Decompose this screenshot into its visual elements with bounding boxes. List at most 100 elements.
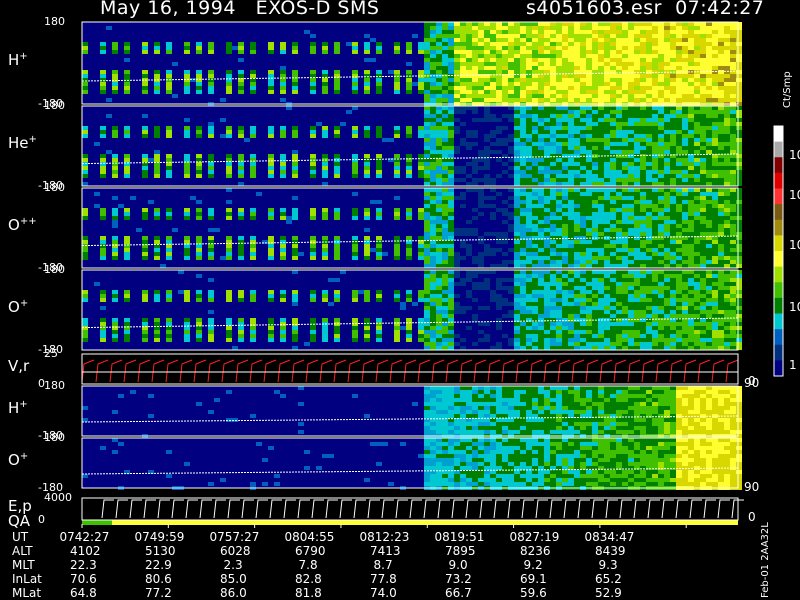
heatmap-cell	[682, 220, 688, 224]
heatmap-cell	[586, 342, 592, 346]
heatmap-cell	[520, 302, 526, 306]
heatmap-cell	[418, 294, 424, 298]
heatmap-cell	[574, 208, 580, 212]
heatmap-cell	[448, 26, 454, 30]
heatmap-cell	[724, 142, 730, 146]
heatmap-cell	[544, 130, 550, 134]
heatmap-cell	[664, 98, 670, 102]
heatmap-cell	[712, 34, 718, 38]
heatmap-cell	[124, 126, 130, 130]
heatmap-cell	[454, 196, 460, 200]
heatmap-cell	[616, 204, 622, 208]
heatmap-cell	[736, 278, 742, 282]
heatmap-cell	[532, 22, 538, 26]
heatmap-cell	[226, 216, 232, 220]
heatmap-cell	[574, 294, 580, 298]
heatmap-cell	[676, 174, 682, 178]
heatmap-cell	[520, 42, 526, 46]
heatmap-cell	[610, 82, 616, 86]
heatmap-cell	[550, 126, 556, 130]
heatmap-cell	[700, 298, 706, 302]
heatmap-cell	[478, 42, 484, 46]
heatmap-cell	[496, 174, 502, 178]
heatmap-cell	[652, 346, 658, 350]
heatmap-cell	[532, 220, 538, 224]
heatmap-cell	[580, 142, 586, 146]
heatmap-cell	[694, 286, 700, 290]
heatmap-cell	[478, 94, 484, 98]
heatmap-cell	[724, 314, 730, 318]
heatmap-cell	[688, 134, 694, 138]
heatmap-cell	[694, 192, 700, 196]
heatmap-cell	[484, 106, 490, 110]
heatmap-cell	[520, 94, 526, 98]
heatmap-cell	[634, 326, 640, 330]
heatmap-cell	[322, 208, 328, 212]
heatmap-cell	[364, 330, 370, 334]
heatmap-cell	[610, 166, 616, 170]
heatmap-cell	[598, 256, 604, 260]
heatmap-cell	[670, 34, 676, 38]
heatmap-cell	[658, 302, 664, 306]
heatmap-cell	[454, 294, 460, 298]
heatmap-cell	[706, 78, 712, 82]
heatmap-cell	[532, 150, 538, 154]
heatmap-cell	[538, 174, 544, 178]
heatmap-cell	[580, 150, 586, 154]
heatmap-cell	[622, 200, 628, 204]
heatmap-cell	[658, 110, 664, 114]
heatmap-cell	[448, 188, 454, 192]
heatmap-cell	[634, 38, 640, 42]
heatmap-cell	[610, 58, 616, 62]
heatmap-cell	[520, 248, 526, 252]
heatmap-cell	[592, 82, 598, 86]
heatmap-cell	[538, 42, 544, 46]
heatmap-cell	[658, 298, 664, 302]
heatmap-cell	[682, 74, 688, 78]
heatmap-cell	[688, 200, 694, 204]
heatmap-cell	[724, 126, 730, 130]
heatmap-cell	[268, 174, 274, 178]
heatmap-cell	[208, 256, 214, 260]
heatmap-cell	[460, 166, 466, 170]
heatmap-cell	[730, 282, 736, 286]
heatmap-cell	[436, 252, 442, 256]
heatmap-cell	[442, 232, 448, 236]
heatmap-cell	[646, 310, 652, 314]
heatmap-cell	[586, 338, 592, 342]
heatmap-cell	[694, 78, 700, 82]
heatmap-cell	[652, 260, 658, 264]
heatmap-cell	[634, 94, 640, 98]
heatmap-cell	[598, 54, 604, 58]
heatmap-cell	[634, 126, 640, 130]
heatmap-cell	[112, 78, 118, 82]
heatmap-cell	[436, 256, 442, 260]
heatmap-cell	[604, 326, 610, 330]
heatmap-cell	[592, 62, 598, 66]
heatmap-cell	[700, 196, 706, 200]
heatmap-cell	[688, 260, 694, 264]
heatmap-cell	[640, 252, 646, 256]
heatmap-cell	[184, 236, 190, 240]
heatmap-cell	[532, 130, 538, 134]
heatmap-cell	[640, 306, 646, 310]
heatmap-cell	[628, 126, 634, 130]
heatmap-cell	[724, 66, 730, 70]
heatmap-cell	[478, 306, 484, 310]
heatmap-cell	[574, 270, 580, 274]
heatmap-cell	[670, 200, 676, 204]
heatmap-cell	[604, 46, 610, 50]
heatmap-cell	[520, 346, 526, 350]
heatmap-cell	[664, 42, 670, 46]
heatmap-cell	[736, 264, 742, 268]
heatmap-cell	[718, 342, 724, 346]
heatmap-cell	[736, 42, 742, 46]
heatmap-cell	[394, 298, 400, 302]
heatmap-cell	[730, 118, 736, 122]
heatmap-cell	[448, 126, 454, 130]
heatmap-cell	[658, 50, 664, 54]
heatmap-cell	[502, 200, 508, 204]
heatmap-cell	[682, 134, 688, 138]
heatmap-cell	[478, 286, 484, 290]
heatmap-cell	[562, 126, 568, 130]
